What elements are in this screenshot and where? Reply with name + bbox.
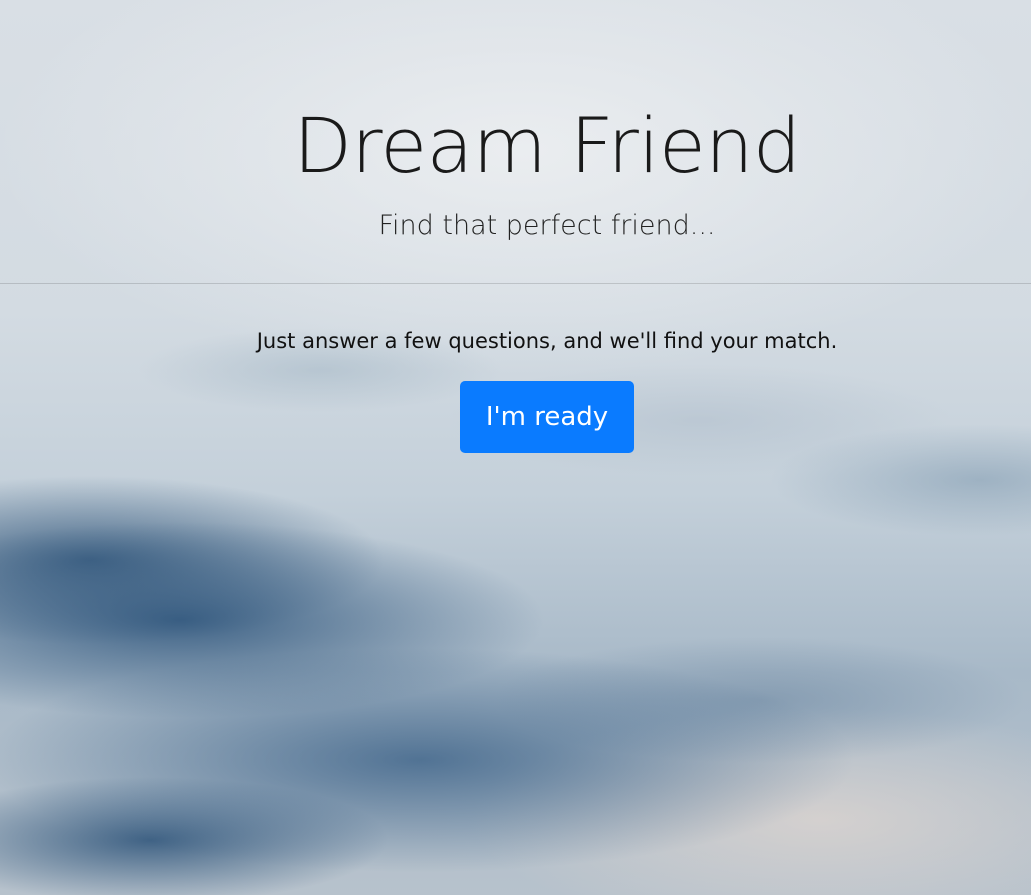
page-subtitle: Find that perfect friend... [378, 210, 716, 241]
lead-text: Just answer a few questions, and we'll f… [256, 329, 838, 353]
im-ready-button[interactable]: I'm ready [460, 381, 634, 453]
page-title: Dream Friend [293, 101, 801, 190]
divider [0, 283, 1031, 284]
jumbotron: Dream Friend Find that perfect friend...… [0, 0, 1031, 895]
